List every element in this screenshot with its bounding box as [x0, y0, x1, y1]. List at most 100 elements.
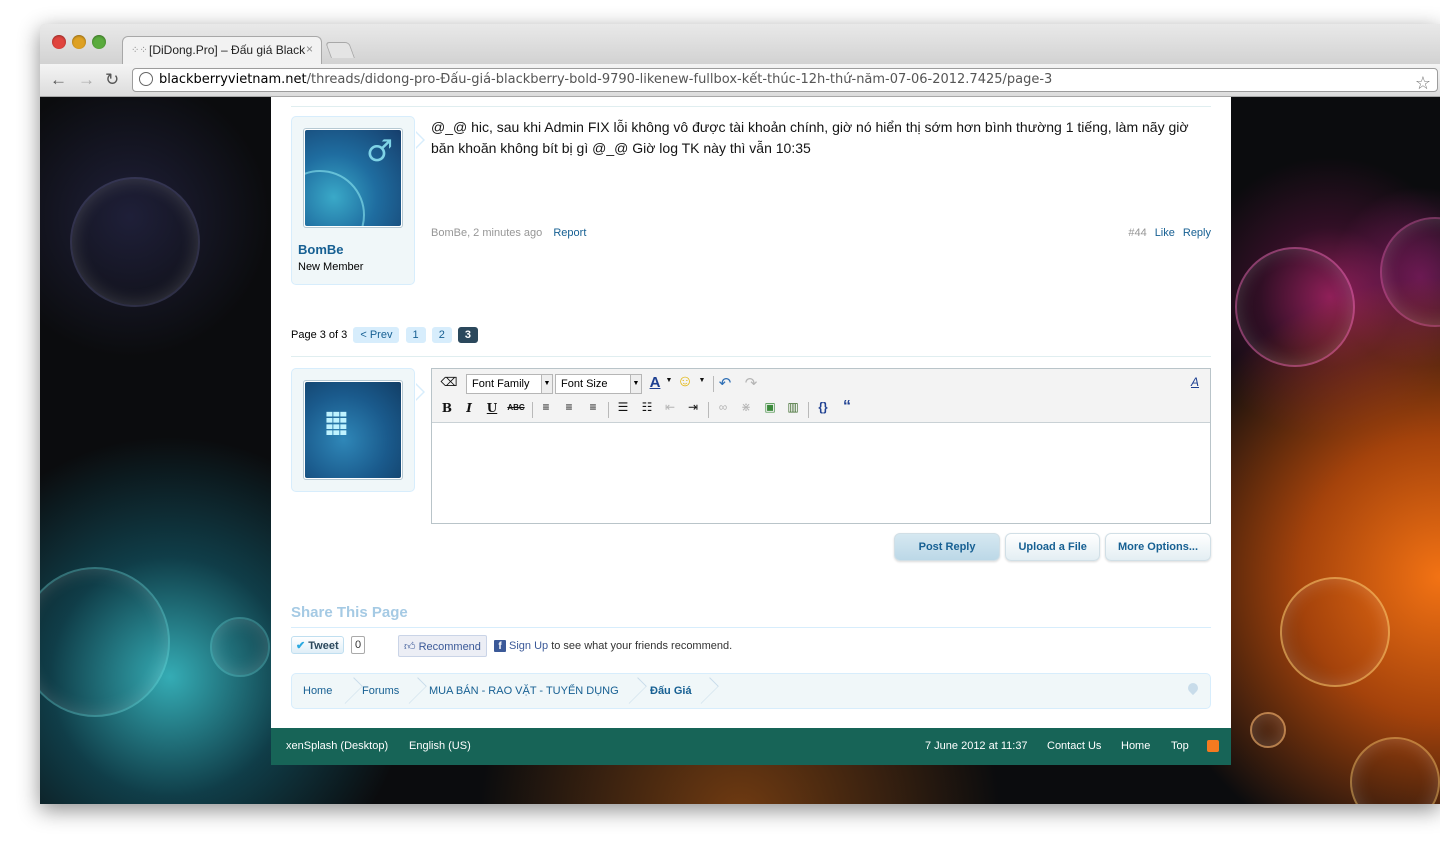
- tab-title: [DiDong.Pro] – Đấu giá Black: [149, 43, 306, 57]
- tab-close-icon[interactable]: ×: [306, 42, 313, 56]
- facebook-icon: f: [494, 640, 506, 652]
- back-icon[interactable]: ←: [50, 70, 67, 90]
- font-size-select[interactable]: Font Size ▼: [555, 374, 642, 394]
- style-chooser-link[interactable]: xenSplash (Desktop): [286, 740, 388, 752]
- prev-page-link[interactable]: < Prev: [353, 327, 400, 343]
- breadcrumb: Home Forums MUA BÁN - RAO VẶT - TUYỂN DỤ…: [291, 673, 1211, 709]
- post-number[interactable]: #44: [1128, 227, 1146, 239]
- reply-actions: Post Reply Upload a File More Options...: [889, 533, 1211, 561]
- indent-icon[interactable]: ⇥: [684, 400, 702, 414]
- page-link-1[interactable]: 1: [405, 327, 426, 343]
- language-chooser-link[interactable]: English (US): [409, 740, 471, 752]
- reply-user-info: ⁞⁞⁞: [291, 368, 425, 492]
- breadcrumb-item-forum[interactable]: Đấu Giá: [650, 685, 692, 697]
- image-icon[interactable]: ▣: [761, 400, 779, 414]
- zoom-window-button[interactable]: [92, 35, 106, 49]
- background-bubble: [1235, 247, 1355, 367]
- breadcrumb-item-forums[interactable]: Forums: [362, 685, 399, 697]
- url-path: /threads/didong-pro-Đấu-giá-blackberry-b…: [306, 72, 1053, 87]
- address-bar[interactable]: blackberryvietnam.net/threads/didong-pro…: [132, 68, 1438, 92]
- browser-window: ⁘⁘ [DiDong.Pro] – Đấu giá Black × ← → ↻ …: [40, 24, 1440, 804]
- blackberry-logo-icon: ⁞⁞⁞: [323, 404, 350, 444]
- footer-home-link[interactable]: Home: [1121, 740, 1150, 752]
- remove-format-icon[interactable]: ⌫: [440, 375, 458, 389]
- chevron-down-icon: ▼: [541, 375, 552, 393]
- message-author-time[interactable]: BomBe, 2 minutes ago: [431, 227, 542, 239]
- numbered-list-icon[interactable]: ☷: [638, 400, 656, 414]
- upload-file-button[interactable]: Upload a File: [1005, 533, 1100, 561]
- unlink-icon[interactable]: ⋇: [737, 400, 755, 414]
- bold-button[interactable]: B: [438, 401, 456, 415]
- signup-suffix: to see what your friends recommend.: [548, 640, 733, 652]
- reply-link[interactable]: Reply: [1183, 227, 1211, 239]
- divider: [291, 627, 1211, 628]
- signup-link[interactable]: Sign Up: [509, 640, 548, 652]
- font-family-value: Font Family: [472, 378, 530, 390]
- media-icon[interactable]: ▥: [784, 400, 802, 414]
- like-link[interactable]: Like: [1155, 227, 1175, 239]
- post-reply-button[interactable]: Post Reply: [893, 533, 1001, 561]
- editor-toolbar: ⌫ Font Family ▼ Font Size ▼ A ▼ ☺ ▼ ↶ ↷ …: [432, 369, 1210, 423]
- underline-button[interactable]: U: [483, 401, 501, 415]
- avatar[interactable]: ♂: [303, 128, 403, 228]
- page-viewport: ♂ BomBe New Member @_@ hic, sau khi Admi…: [40, 97, 1440, 804]
- background-bubble: [1350, 737, 1440, 804]
- background-bubble: [1380, 217, 1440, 327]
- footer-top-link[interactable]: Top: [1171, 740, 1189, 752]
- font-family-select[interactable]: Font Family ▼: [466, 374, 553, 394]
- user-info-arrow: [415, 131, 425, 149]
- reload-icon[interactable]: ↻: [105, 70, 119, 90]
- message-user-info: ♂ BomBe New Member: [291, 116, 425, 285]
- quote-icon[interactable]: “: [838, 398, 856, 416]
- redo-icon[interactable]: ↷: [742, 374, 760, 392]
- title-bar: ⁘⁘ [DiDong.Pro] – Đấu giá Black ×: [40, 24, 1440, 64]
- toggle-editor-icon[interactable]: A: [1186, 375, 1204, 389]
- breadcrumb-separator: [405, 674, 419, 708]
- align-right-icon[interactable]: ≡: [584, 400, 602, 414]
- pin-icon[interactable]: [1185, 680, 1201, 696]
- page-count-label: Page 3 of 3: [291, 329, 348, 341]
- tab-favicon-icon: ⁘⁘: [131, 45, 148, 56]
- code-icon[interactable]: {}: [814, 400, 832, 414]
- breadcrumb-item-category[interactable]: MUA BÁN - RAO VẶT - TUYỂN DỤNG: [429, 685, 619, 697]
- username[interactable]: BomBe: [298, 242, 344, 257]
- contact-us-link[interactable]: Contact Us: [1047, 740, 1101, 752]
- background-bubble: [1250, 712, 1286, 748]
- toolbar-separator: [708, 402, 709, 418]
- align-left-icon[interactable]: ≡: [537, 400, 555, 414]
- italic-button[interactable]: I: [460, 401, 478, 415]
- facebook-signup-text: f Sign Up to see what your friends recomm…: [494, 640, 732, 652]
- smilie-icon[interactable]: ☺: [676, 373, 694, 391]
- editor-content-area[interactable]: [432, 424, 1210, 523]
- link-icon[interactable]: ∞: [714, 400, 732, 414]
- page-navigation: Page 3 of 3 < Prev 1 2 3: [291, 327, 479, 343]
- background-bubble: [40, 567, 170, 717]
- report-link[interactable]: Report: [553, 227, 586, 239]
- minimize-window-button[interactable]: [72, 35, 86, 49]
- avatar[interactable]: ⁞⁞⁞: [303, 380, 403, 480]
- bullet-list-icon[interactable]: ☰: [614, 400, 632, 414]
- forward-icon[interactable]: →: [78, 70, 95, 90]
- outdent-icon[interactable]: ⇤: [661, 400, 679, 414]
- chevron-down-icon[interactable]: ▼: [693, 377, 711, 384]
- tweet-label: Tweet: [308, 640, 339, 652]
- rss-icon[interactable]: [1207, 740, 1219, 752]
- breadcrumb-item-home[interactable]: Home: [303, 685, 332, 697]
- user-info-arrow: [415, 383, 425, 401]
- user-title: New Member: [298, 261, 364, 273]
- strikethrough-button[interactable]: ABC: [507, 403, 525, 412]
- more-options-button[interactable]: More Options...: [1104, 533, 1211, 561]
- align-center-icon[interactable]: ≡: [560, 400, 578, 414]
- bookmark-star-icon[interactable]: ☆: [1415, 73, 1431, 91]
- page-link-2[interactable]: 2: [431, 327, 452, 343]
- tweet-button[interactable]: ✔ Tweet: [291, 636, 344, 654]
- page-link-current[interactable]: 3: [457, 327, 479, 343]
- close-window-button[interactable]: [52, 35, 66, 49]
- browser-tab[interactable]: ⁘⁘ [DiDong.Pro] – Đấu giá Black ×: [122, 36, 322, 64]
- new-tab-button[interactable]: [325, 42, 355, 58]
- breadcrumb-separator: [625, 674, 639, 708]
- undo-icon[interactable]: ↶: [716, 374, 734, 392]
- message-text: @_@ hic, sau khi Admin FIX lỗi không vô …: [431, 119, 1189, 156]
- facebook-recommend-button[interactable]: 👍︎ Recommend: [398, 635, 487, 657]
- reply-editor: ⌫ Font Family ▼ Font Size ▼ A ▼ ☺ ▼ ↶ ↷ …: [431, 368, 1211, 524]
